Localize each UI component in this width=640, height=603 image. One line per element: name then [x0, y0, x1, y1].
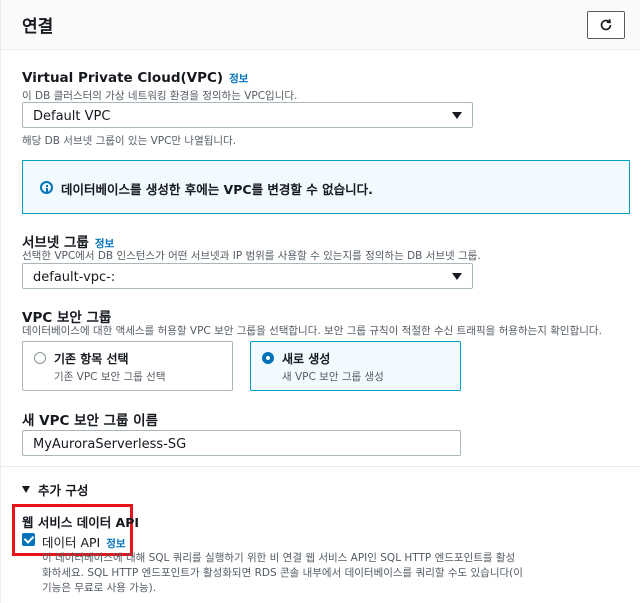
data-api-checkbox-label: 데이터 API: [42, 535, 101, 550]
data-api-info-link[interactable]: 정보: [106, 538, 125, 550]
data-api-checkbox-label-wrap[interactable]: 데이터 API 정보: [42, 532, 126, 551]
data-api-description-line-1: 이 데이터베이스에 대해 SQL 쿼리를 실행하기 위한 비 연결 웹 서비스 …: [42, 552, 516, 564]
new-sg-name-input[interactable]: MyAuroraServerless-SG: [22, 430, 461, 456]
additional-config-label: 추가 구성: [38, 483, 89, 498]
caret-down-icon: [22, 486, 30, 493]
vpc-description: 이 DB 클러스터의 가상 네트워킹 환경을 정의하는 VPC입니다.: [22, 90, 298, 102]
option-existing-sg-title: 기존 항목 선택: [54, 352, 129, 366]
connectivity-panel: 연결 Virtual Private Cloud(VPC) 정보 이 DB 클러스…: [0, 0, 640, 603]
option-create-sg-title: 새로 생성: [282, 352, 331, 366]
info-alert: 데이터베이스를 생성한 후에는 VPC를 변경할 수 없습니다.: [22, 160, 630, 214]
vpc-label: Virtual Private Cloud(VPC) 정보: [22, 70, 248, 86]
data-api-heading: 웹 서비스 데이터 API: [22, 515, 140, 530]
vpc-info-link[interactable]: 정보: [229, 73, 248, 85]
vpc-label-text: Virtual Private Cloud(VPC): [22, 70, 224, 86]
panel-title: 연결: [22, 17, 54, 37]
option-existing-sg-desc: 기존 VPC 보안 그룹 선택: [54, 371, 166, 383]
vpc-hint: 해당 DB 서브넷 그룹이 있는 VPC만 나열됩니다.: [22, 135, 237, 147]
option-existing-sg[interactable]: 기존 항목 선택 기존 VPC 보안 그룹 선택: [22, 341, 233, 391]
new-sg-label: 새 VPC 보안 그룹 이름: [22, 413, 158, 429]
radio-create-sg[interactable]: [262, 352, 274, 364]
section-divider: [1, 466, 640, 467]
caret-down-icon: [452, 273, 462, 280]
radio-existing-sg[interactable]: [34, 352, 46, 364]
caret-down-icon: [452, 112, 462, 119]
subnet-description: 선택한 VPC에서 DB 인스턴스가 어떤 서브넷과 IP 범위를 사용할 수 …: [22, 250, 481, 262]
data-api-description-line-2: 화하세요. SQL HTTP 엔드포인트가 활성화되면 RDS 콘솔 내부에서 …: [42, 567, 523, 579]
option-create-sg[interactable]: 새로 생성 새 VPC 보안 그룹 생성: [250, 341, 461, 391]
security-group-description: 데이터베이스에 대한 액세스를 허용할 VPC 보안 그룹을 선택합니다. 보안…: [22, 325, 602, 337]
info-icon: [40, 181, 53, 194]
alert-text: 데이터베이스를 생성한 후에는 VPC를 변경할 수 없습니다.: [61, 182, 373, 197]
new-sg-name-value: MyAuroraServerless-SG: [33, 437, 187, 452]
refresh-icon: [600, 19, 612, 31]
subnet-select-value: default-vpc-:: [33, 270, 116, 285]
option-create-sg-desc: 새 VPC 보안 그룹 생성: [282, 371, 384, 383]
subnet-select[interactable]: default-vpc-:: [22, 263, 473, 289]
vpc-select[interactable]: Default VPC: [22, 102, 473, 128]
panel-header: 연결: [1, 0, 640, 50]
refresh-button[interactable]: [587, 11, 625, 39]
vpc-select-value: Default VPC: [33, 109, 111, 124]
additional-config-toggle[interactable]: 추가 구성: [22, 480, 88, 499]
data-api-checkbox[interactable]: [22, 533, 35, 546]
data-api-description-line-3: 기능은 무료로 사용 가능).: [42, 582, 157, 594]
